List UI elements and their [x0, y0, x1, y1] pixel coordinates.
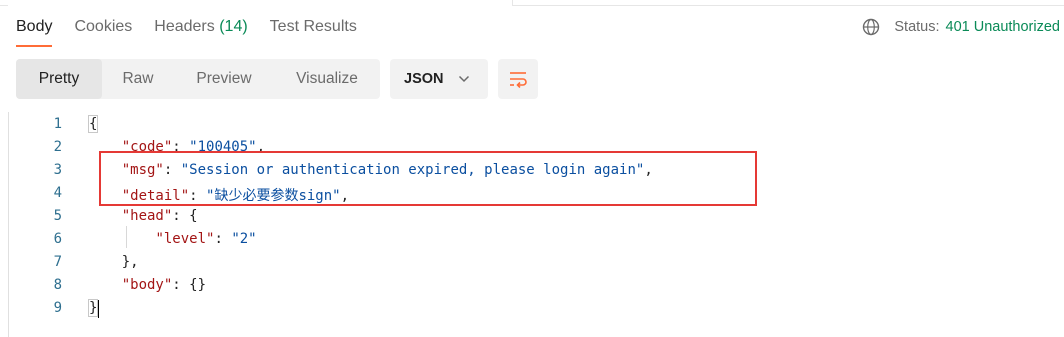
highlight-annotation-box	[99, 151, 757, 206]
json-value: "2"	[231, 231, 257, 247]
tab-test-results-label: Test Results	[269, 18, 357, 35]
line-number: 6	[53, 231, 62, 247]
bracket: }	[88, 299, 99, 317]
format-label: JSON	[404, 71, 444, 87]
line-number: 4	[53, 185, 62, 201]
code-line: },	[88, 254, 139, 270]
wrap-lines-button[interactable]	[498, 59, 538, 99]
wrap-lines-icon	[510, 72, 527, 88]
tab-test-results[interactable]: Test Results	[270, 18, 357, 48]
code-line: }	[88, 299, 99, 317]
json-value: {}	[189, 277, 207, 293]
view-mode-selector: Pretty Raw Preview Visualize	[16, 59, 380, 99]
json-key: "level"	[155, 231, 215, 247]
bracket: {	[189, 208, 198, 224]
line-number: 5	[53, 208, 62, 224]
tab-headers[interactable]: Headers (14)	[154, 18, 247, 48]
line-number: 2	[53, 139, 62, 155]
code-line: {	[88, 115, 99, 133]
status-label: Status:	[894, 19, 940, 35]
code-line: "head": {	[121, 208, 198, 224]
response-tabs: Body Cookies Headers (14) Test Results	[16, 18, 357, 48]
response-toolbar: Pretty Raw Preview Visualize JSON	[16, 59, 538, 99]
view-mode-raw[interactable]: Raw	[102, 59, 174, 99]
tab-body[interactable]: Body	[16, 18, 53, 48]
code-line: "body": {}	[121, 277, 207, 293]
top-divider	[0, 0, 1064, 6]
line-number: 8	[53, 277, 62, 293]
status-code: 401 Unauthorized	[945, 19, 1060, 35]
text-cursor	[98, 300, 99, 318]
tab-cookies-label: Cookies	[74, 18, 133, 35]
view-mode-pretty[interactable]: Pretty	[16, 59, 102, 99]
json-key: "head"	[121, 208, 173, 224]
globe-icon[interactable]	[862, 18, 880, 36]
chevron-down-icon	[458, 75, 469, 83]
tab-cookies[interactable]: Cookies	[74, 18, 132, 48]
line-number: 3	[53, 162, 62, 178]
bracket: {	[88, 115, 99, 133]
bracket: },	[121, 254, 139, 270]
tab-body-label: Body	[16, 18, 53, 35]
format-dropdown[interactable]: JSON	[390, 59, 488, 99]
headers-count: (14)	[219, 18, 248, 35]
line-number: 9	[53, 300, 62, 316]
tab-headers-label: Headers	[154, 18, 215, 35]
response-status: Status: 401 Unauthorized	[862, 18, 1060, 36]
view-mode-preview[interactable]: Preview	[174, 59, 274, 99]
view-mode-visualize[interactable]: Visualize	[274, 59, 380, 99]
code-line: "level": "2"	[155, 231, 257, 247]
response-body-editor[interactable]: 1 2 3 4 5 6 7 8 9 { "code": "100405", "m…	[0, 112, 1064, 337]
json-key: "body"	[121, 277, 173, 293]
line-number: 7	[53, 254, 62, 270]
line-number: 1	[53, 116, 62, 132]
